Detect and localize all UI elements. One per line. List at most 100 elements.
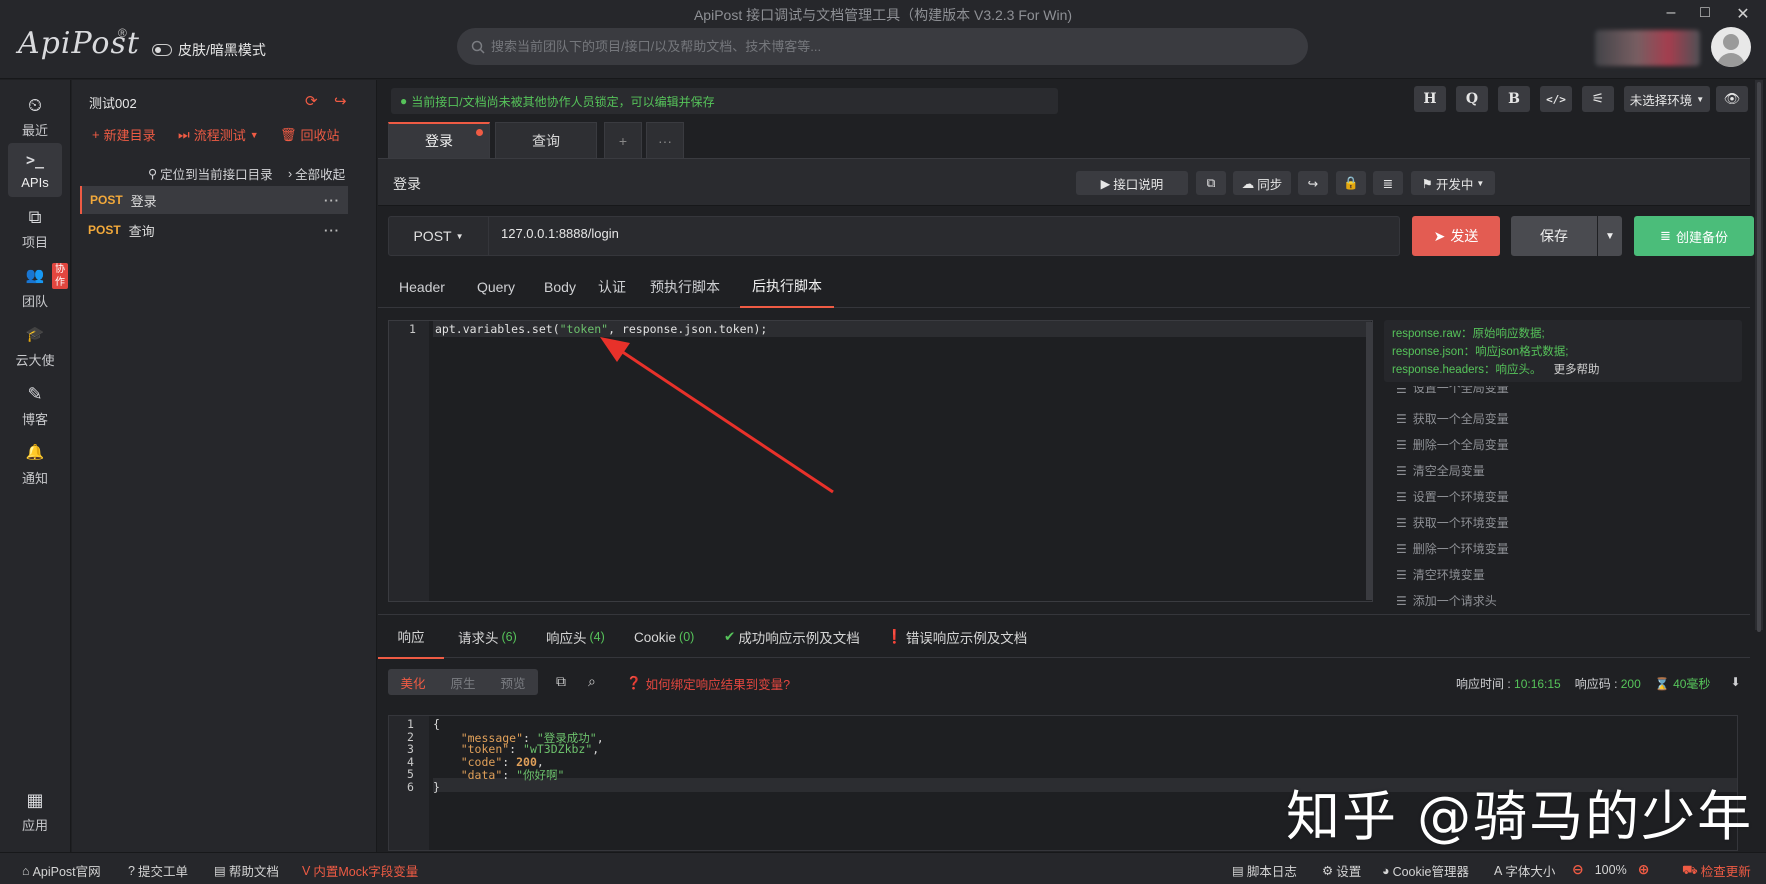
save-dropdown-icon[interactable]: ▼ xyxy=(1598,216,1622,256)
url-input[interactable] xyxy=(501,226,1381,241)
response-format-toggle[interactable]: 美化 原生 预览 xyxy=(388,669,538,695)
rail-item-projects[interactable]: ⧉ 项目 xyxy=(8,202,62,256)
rail-item-recent[interactable]: ⏲ 最近 xyxy=(8,90,62,144)
script-editor[interactable]: 1 apt.variables.set("token", response.js… xyxy=(388,320,1373,602)
rail-item-apps[interactable]: ▦ 应用 xyxy=(8,785,62,839)
zoom-in-icon[interactable]: ⊕ xyxy=(1638,861,1650,878)
copy-icon[interactable]: ⧉ xyxy=(556,673,566,690)
snippet-get-global[interactable]: ☰ 获取一个全局变量 xyxy=(1396,410,1509,427)
sliders-button[interactable]: ⚟ xyxy=(1582,86,1614,112)
download-icon[interactable]: ⬇ xyxy=(1730,675,1740,692)
snippet-add-header[interactable]: ☰ 添加一个请求头 xyxy=(1396,592,1497,609)
code-button[interactable]: </> xyxy=(1540,86,1572,112)
search-icon[interactable]: ⌕ xyxy=(588,673,596,690)
tab-request-headers[interactable]: 请求头 (6) xyxy=(458,615,517,659)
tab-query-params[interactable]: Query xyxy=(466,266,526,308)
new-dir-button[interactable]: + 新建目录 xyxy=(92,125,156,144)
collapse-all-button[interactable]: › 全部收起 xyxy=(288,164,345,183)
method-select[interactable]: POST ▼ xyxy=(389,217,489,255)
official-site-link[interactable]: ⌂ ApiPost官网 xyxy=(22,861,101,880)
recycle-button[interactable]: 🗑 回收站 xyxy=(280,125,340,144)
locate-button[interactable]: ⚲ 定位到当前接口目录 xyxy=(148,164,273,183)
format-pretty[interactable]: 美化 xyxy=(388,673,438,692)
api-row-login[interactable]: POST 登录 ··· xyxy=(80,186,348,214)
eye-icon[interactable]: 👁 xyxy=(1716,86,1748,112)
share-icon[interactable]: ↪ xyxy=(334,92,347,110)
more-icon[interactable]: ··· xyxy=(324,223,340,238)
snippet-set-global[interactable]: ☰ 设置一个全局变量 xyxy=(1396,386,1509,396)
close-button[interactable]: ✕ xyxy=(1728,4,1758,24)
status-select[interactable]: ⚑ 开发中 ▼ xyxy=(1411,171,1495,195)
copy-icon[interactable]: ⧉ xyxy=(1196,171,1226,195)
code-line[interactable]: apt.variables.set("token", response.json… xyxy=(433,321,1371,337)
minimize-button[interactable]: – xyxy=(1656,4,1686,24)
send-button[interactable]: ➤ 发送 xyxy=(1412,216,1500,256)
api-row-query[interactable]: POST 查询 ··· xyxy=(80,216,348,244)
rail-item-blog[interactable]: ✎ 博客 xyxy=(8,379,62,433)
tab-success-example[interactable]: ✔ 成功响应示例及文档 xyxy=(724,615,860,659)
user-name-blurred[interactable] xyxy=(1595,30,1700,66)
tab-pre-script[interactable]: 预执行脚本 xyxy=(640,266,730,308)
settings-button[interactable]: ⚙ 设置 xyxy=(1322,861,1361,880)
maximize-button[interactable]: □ xyxy=(1690,4,1720,24)
snippet-clear-global[interactable]: ☰ 清空全局变量 xyxy=(1396,462,1485,479)
ticket-link[interactable]: ? 提交工单 xyxy=(128,861,188,880)
search-input[interactable] xyxy=(491,39,1271,54)
tab-login[interactable]: 登录 xyxy=(388,122,490,158)
refresh-icon[interactable]: ⟳ xyxy=(305,92,318,110)
tab-response[interactable]: 响应 xyxy=(378,615,444,659)
font-icon: A xyxy=(1494,863,1503,878)
quote-button[interactable]: Q xyxy=(1456,86,1488,112)
add-tab-button[interactable]: + xyxy=(604,122,642,158)
main-scrollbar-thumb[interactable] xyxy=(1757,82,1761,632)
help-docs-link[interactable]: ▤ 帮助文档 xyxy=(214,861,279,880)
tab-header[interactable]: Header xyxy=(388,266,456,308)
tab-auth[interactable]: 认证 xyxy=(592,266,632,308)
bold-button[interactable]: B xyxy=(1498,86,1530,112)
lock-icon[interactable]: 🔒 xyxy=(1336,171,1366,195)
rail-item-ambassador[interactable]: 🎓 云大使 xyxy=(8,320,62,374)
database-icon[interactable]: ≣ xyxy=(1373,171,1403,195)
check-update-button[interactable]: ⛟ 检查更新 xyxy=(1682,861,1751,880)
save-button[interactable]: 保存 xyxy=(1511,216,1597,256)
api-doc-button[interactable]: ▶ 接口说明 xyxy=(1076,171,1188,195)
snippet-delete-global[interactable]: ☰ 删除一个全局变量 xyxy=(1396,436,1509,453)
cookie-manager-button[interactable]: ◕ Cookie管理器 xyxy=(1382,861,1469,880)
avatar[interactable] xyxy=(1711,27,1751,67)
environment-select[interactable]: 未选择环境 ▼ xyxy=(1624,86,1710,112)
tab-query[interactable]: 查询 xyxy=(495,122,597,158)
sync-button[interactable]: ☁ 同步 xyxy=(1233,171,1291,195)
snippet-clear-env[interactable]: ☰ 清空环境变量 xyxy=(1396,566,1485,583)
tab-response-headers[interactable]: 响应头 (4) xyxy=(546,615,605,659)
rail-item-notify[interactable]: 🔔 通知 xyxy=(8,438,62,492)
editor-scrollbar[interactable] xyxy=(1366,322,1372,600)
flow-test-button[interactable]: ⏭ 流程测试 ▼ xyxy=(178,125,259,144)
tab-error-example[interactable]: ❗ 错误响应示例及文档 xyxy=(886,615,1027,659)
format-raw[interactable]: 原生 xyxy=(438,673,488,692)
tab-body[interactable]: Body xyxy=(534,266,586,308)
bind-variable-help[interactable]: ❓ 如何绑定响应结果到变量? xyxy=(626,674,790,693)
share-icon[interactable]: ↪ xyxy=(1298,171,1328,195)
more-icon[interactable]: ··· xyxy=(324,193,340,208)
tab-cookie[interactable]: Cookie (0) xyxy=(634,615,694,659)
tab-post-script[interactable]: 后执行脚本 xyxy=(740,266,834,308)
zoom-out-icon[interactable]: ⊖ xyxy=(1572,861,1584,878)
global-search[interactable] xyxy=(457,28,1308,65)
list-icon: ☰ xyxy=(1396,437,1407,452)
backup-button[interactable]: ≣ 创建备份 xyxy=(1634,216,1754,256)
count-badge: (6) xyxy=(501,630,517,644)
snippet-set-env[interactable]: ☰ 设置一个环境变量 xyxy=(1396,488,1509,505)
mock-vars-link[interactable]: V 内置Mock字段变量 xyxy=(302,861,418,880)
theme-toggle[interactable]: 皮肤/暗黑模式 xyxy=(152,40,266,60)
database-icon: ≣ xyxy=(1660,228,1671,243)
more-help-link[interactable]: 更多帮助 xyxy=(1554,364,1600,376)
rail-item-apis[interactable]: >_ APIs xyxy=(8,143,62,197)
snippet-get-env[interactable]: ☰ 获取一个环境变量 xyxy=(1396,514,1509,531)
heading-button[interactable]: H xyxy=(1414,86,1446,112)
snippet-label: 清空环境变量 xyxy=(1412,568,1485,582)
rail-item-team[interactable]: 👥 团队 协作 xyxy=(8,261,68,315)
format-preview[interactable]: 预览 xyxy=(488,673,538,692)
tab-more-button[interactable]: ··· xyxy=(646,122,684,158)
snippet-delete-env[interactable]: ☰ 删除一个环境变量 xyxy=(1396,540,1509,557)
script-log-button[interactable]: ▤ 脚本日志 xyxy=(1232,861,1297,880)
